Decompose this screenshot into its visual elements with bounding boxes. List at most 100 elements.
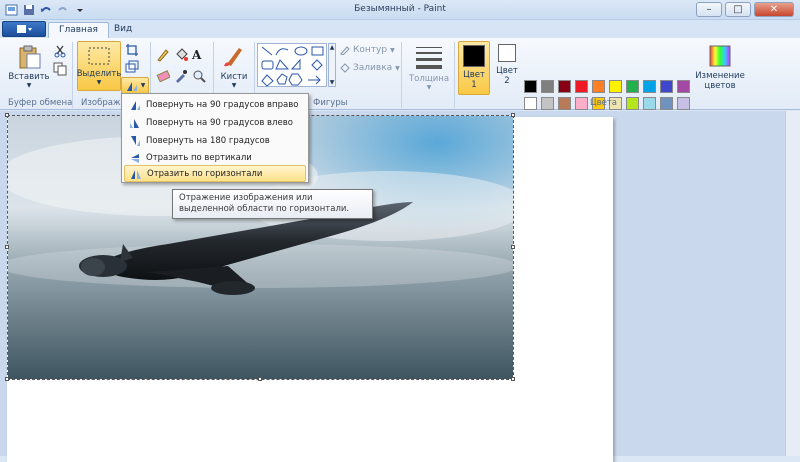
color-swatch[interactable] xyxy=(541,97,554,110)
color-swatch[interactable] xyxy=(643,97,656,110)
maximize-button[interactable]: □ xyxy=(725,2,751,17)
color-swatch[interactable] xyxy=(575,80,588,93)
menu-item-flip-vertical[interactable]: Отразить по вертикали xyxy=(124,149,306,166)
magnifier-icon[interactable] xyxy=(192,69,206,83)
color-swatch[interactable] xyxy=(558,97,571,110)
close-button[interactable]: ✕ xyxy=(754,2,794,17)
tab-view[interactable]: Вид xyxy=(104,22,142,38)
brush-icon xyxy=(224,48,242,67)
menu-item-rotate-right[interactable]: Повернуть на 90 градусов вправо xyxy=(124,96,306,113)
color-swatch[interactable] xyxy=(677,97,690,110)
line-thickness-icon xyxy=(416,47,442,69)
edit-colors-label-1: Изменение xyxy=(695,71,745,81)
color-swatch[interactable] xyxy=(524,97,537,110)
paste-label: Вставить xyxy=(8,72,50,82)
resize-icon[interactable] xyxy=(125,60,139,74)
fill-dropdown-icon: ▼ xyxy=(395,64,400,72)
resize-handle[interactable] xyxy=(5,245,9,249)
group-separator xyxy=(454,42,455,108)
tooltip-line-2: выделенной области по горизонтали. xyxy=(179,204,350,214)
fill-bucket-icon[interactable] xyxy=(174,48,188,62)
outline-icon xyxy=(340,46,350,55)
rotate-button[interactable]: ▼ xyxy=(121,77,149,94)
outline-button[interactable]: Контур ▼ xyxy=(340,45,395,55)
title-bar: Безымянный - Paint – □ ✕ xyxy=(0,0,800,20)
color2-swatch xyxy=(498,44,516,62)
rotate-menu: Повернуть на 90 градусов вправо Повернут… xyxy=(121,93,309,183)
select-label: Выделить xyxy=(76,69,122,79)
select-icon xyxy=(88,47,110,65)
color-swatch[interactable] xyxy=(575,97,588,110)
color-swatch[interactable] xyxy=(677,80,690,93)
menu-item-label: Отразить по вертикали xyxy=(146,152,252,163)
scroll-down-icon: ▼ xyxy=(329,79,335,86)
color-swatch[interactable] xyxy=(558,80,571,93)
resize-handle[interactable] xyxy=(511,113,515,117)
color-swatch[interactable] xyxy=(541,80,554,93)
resize-handle[interactable] xyxy=(5,113,9,117)
resize-handle[interactable] xyxy=(511,245,515,249)
group-label-clipboard: Буфер обмена xyxy=(8,98,73,108)
vertical-scrollbar[interactable] xyxy=(785,111,800,456)
edit-colors-label-2: цветов xyxy=(704,81,736,91)
size-button[interactable]: Толщина ▼ xyxy=(406,44,452,91)
color2-label: Цвет xyxy=(496,66,518,76)
rotate-left-icon xyxy=(124,117,146,129)
select-button[interactable]: Выделить ▼ xyxy=(77,41,121,91)
text-tool-icon[interactable]: A xyxy=(192,48,206,62)
color-swatch[interactable] xyxy=(626,97,639,110)
tab-home[interactable]: Главная xyxy=(48,22,109,38)
ribbon-tab-bar: Главная Вид xyxy=(0,20,800,38)
rotate-right-icon xyxy=(124,99,146,111)
color2-number: 2 xyxy=(504,76,510,86)
window-controls: – □ ✕ xyxy=(696,2,794,17)
group-label-colors: Цвета xyxy=(590,98,617,108)
outline-dropdown-icon: ▼ xyxy=(390,46,395,54)
rotate-dropdown-icon: ▼ xyxy=(140,82,146,89)
paint-menu-icon xyxy=(17,25,32,33)
shapes-gallery[interactable] xyxy=(257,43,327,87)
fill-icon xyxy=(340,63,350,73)
tooltip-line-1: Отражение изображения или xyxy=(179,193,313,203)
color-swatch[interactable] xyxy=(660,80,673,93)
brushes-dropdown-icon: ▼ xyxy=(231,82,237,89)
color1-button[interactable]: Цвет 1 xyxy=(458,41,490,95)
edit-colors-button[interactable]: Изменение цветов xyxy=(694,44,746,91)
color-picker-icon[interactable] xyxy=(174,69,188,83)
menu-item-flip-horizontal[interactable]: Отразить по горизонтали xyxy=(124,165,306,182)
edit-colors-icon xyxy=(709,45,731,67)
group-label-image: Изображ xyxy=(81,98,121,108)
paint-menu-button[interactable] xyxy=(2,21,46,37)
brushes-button[interactable]: Кисти ▼ xyxy=(217,44,251,89)
color-swatch[interactable] xyxy=(643,80,656,93)
resize-handle[interactable] xyxy=(258,377,262,381)
pencil-icon[interactable] xyxy=(156,48,170,62)
fill-button[interactable]: Заливка ▼ xyxy=(340,63,400,73)
minimize-button[interactable]: – xyxy=(696,2,722,17)
menu-item-label: Повернуть на 90 градусов влево xyxy=(146,117,293,128)
menu-item-rotate-180[interactable]: Повернуть на 180 градусов xyxy=(124,132,306,149)
shapes-scroll[interactable]: ▲ ▼ xyxy=(328,43,336,87)
color1-number: 1 xyxy=(471,80,477,90)
menu-item-label: Повернуть на 90 градусов вправо xyxy=(146,99,299,110)
color-swatch[interactable] xyxy=(626,80,639,93)
resize-handle[interactable] xyxy=(5,377,9,381)
copy-icon[interactable] xyxy=(53,62,67,76)
color2-button[interactable]: Цвет 2 xyxy=(494,44,520,86)
brushes-label: Кисти xyxy=(220,72,248,82)
paste-button[interactable]: Вставить ▼ xyxy=(8,44,50,89)
color-swatch[interactable] xyxy=(660,97,673,110)
flip-horizontal-icon xyxy=(125,168,147,180)
paste-dropdown-icon: ▼ xyxy=(26,82,32,89)
menu-item-rotate-left[interactable]: Повернуть на 90 градусов влево xyxy=(124,114,306,131)
color-swatch[interactable] xyxy=(524,80,537,93)
paste-icon xyxy=(19,45,41,69)
resize-handle[interactable] xyxy=(511,377,515,381)
eraser-icon[interactable] xyxy=(156,69,171,83)
crop-icon[interactable] xyxy=(125,43,139,57)
menu-item-label: Повернуть на 180 градусов xyxy=(146,135,270,146)
close-icon: ✕ xyxy=(769,4,779,15)
color-swatch[interactable] xyxy=(592,80,605,93)
color-swatch[interactable] xyxy=(609,80,622,93)
cut-icon[interactable] xyxy=(53,44,67,58)
